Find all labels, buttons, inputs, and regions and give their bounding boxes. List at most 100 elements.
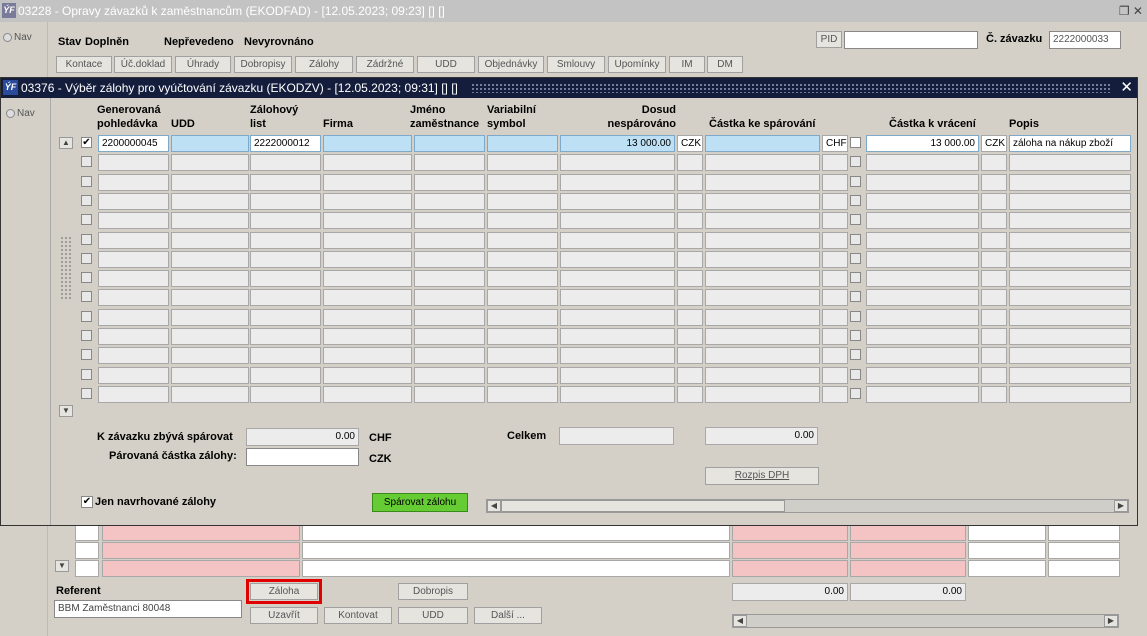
grid-cell-cur1[interactable] [677,347,703,365]
grid-cell-kvrac[interactable] [866,385,979,403]
udd-button[interactable]: UDD [398,607,468,624]
row-select-checkbox[interactable] [81,252,92,264]
grid-cell-kvrac[interactable] [866,154,979,172]
grid-cell-zal[interactable] [250,347,321,365]
grid-cell-dosud[interactable] [560,366,675,384]
grid-cell-popis[interactable] [1009,154,1131,172]
grid-cell-cur3[interactable] [981,192,1007,210]
grid-cell-jmeno[interactable] [414,366,485,384]
grid-cell-vs[interactable] [487,328,558,345]
grid-cell-kspar[interactable] [705,270,820,288]
grid-cell-udd[interactable] [171,366,249,384]
grid-cell-kspar[interactable] [705,347,820,365]
toolbar-button-6[interactable]: UDD [417,56,475,73]
grid-cell-zal[interactable] [250,308,321,326]
grid-cell-gen[interactable] [98,289,169,307]
grid-cell-kvrac[interactable] [866,308,979,326]
grid-cell-cur2[interactable] [822,231,848,249]
background-row-cell[interactable] [75,524,99,541]
background-row-cell[interactable] [968,542,1046,559]
grid-cell-gen[interactable] [98,385,169,403]
grid-cell-popis[interactable] [1009,212,1131,230]
grid-cell-cur1[interactable] [677,385,703,403]
grid-cell-vs[interactable] [487,347,558,365]
grid-cell-udd[interactable] [171,173,249,191]
grid-cell-firma[interactable] [323,173,412,191]
grid-cell-kspar[interactable] [705,135,820,152]
toolbar-button-1[interactable]: Úč.doklad [114,56,172,73]
grid-cell-zal[interactable] [250,289,321,307]
background-row-cell[interactable] [850,524,966,541]
grid-cell-popis[interactable] [1009,173,1131,191]
background-row-cell[interactable] [75,560,99,577]
grid-cell-vs[interactable] [487,154,558,172]
toolbar-button-4[interactable]: Zálohy [295,56,353,73]
row-select-checkbox[interactable] [81,156,92,168]
grid-cell-kvrac[interactable] [866,250,979,268]
row-select-checkbox[interactable]: ✔ [81,137,92,148]
grid-cell-kspar[interactable] [705,173,820,191]
grid-cell-cur3[interactable] [981,347,1007,365]
grid-scroll-up-icon[interactable]: ▲ [59,137,73,149]
grid-cell-vs[interactable] [487,192,558,210]
grid-cell-vs[interactable] [487,231,558,249]
grid-cell-gen[interactable] [98,328,169,345]
grid-cell-cur1[interactable]: CZK [677,135,703,152]
grid-cell-popis[interactable] [1009,270,1131,288]
grid-cell-cur2[interactable] [822,347,848,365]
row-select-checkbox[interactable] [81,387,92,399]
grid-cell-dosud[interactable] [560,250,675,268]
grid-cell-gen[interactable] [98,308,169,326]
grid-cell-cur2[interactable] [822,250,848,268]
grid-cell-cur3[interactable] [981,270,1007,288]
toolbar-button-8[interactable]: Smlouvy [547,56,605,73]
return-checkbox[interactable] [850,349,861,361]
grid-cell-popis[interactable] [1009,385,1131,403]
grid-cell-vs[interactable] [487,135,558,152]
grid-cell-kvrac[interactable] [866,212,979,230]
grid-cell-dosud[interactable] [560,347,675,365]
background-row-cell[interactable] [75,542,99,559]
grid-cell-cur2[interactable] [822,154,848,172]
toolbar-button-3[interactable]: Dobropisy [234,56,292,73]
grid-cell-udd[interactable] [171,289,249,307]
background-row-cell[interactable] [732,560,848,577]
nav-button[interactable]: Nav [3,32,47,43]
grid-cell-kspar[interactable] [705,212,820,230]
grid-cell-zal[interactable] [250,231,321,249]
grid-cell-jmeno[interactable] [414,231,485,249]
grid-cell-dosud[interactable] [560,212,675,230]
background-row-cell[interactable] [1048,524,1120,541]
row-select-checkbox[interactable] [81,368,92,380]
grid-cell-firma[interactable] [323,308,412,326]
grid-cell-popis[interactable] [1009,347,1131,365]
grid-cell-zal[interactable] [250,366,321,384]
grid-cell-cur3[interactable] [981,366,1007,384]
close-icon[interactable]: ✕ [1120,78,1133,98]
grid-cell-popis[interactable] [1009,366,1131,384]
background-row-cell[interactable] [102,560,300,577]
row-select-checkbox[interactable] [81,291,92,303]
grid-cell-dosud[interactable] [560,289,675,307]
grid-cell-dosud[interactable] [560,308,675,326]
grid-cell-jmeno[interactable] [414,270,485,288]
grid-cell-cur3[interactable]: CZK [981,135,1007,152]
grid-cell-jmeno[interactable] [414,212,485,230]
grid-cell-cur2[interactable] [822,308,848,326]
scroll-thumb[interactable] [501,500,785,512]
grid-cell-gen[interactable] [98,231,169,249]
grid-cell-jmeno[interactable] [414,289,485,307]
grid-cell-kvrac[interactable] [866,347,979,365]
grid-cell-cur3[interactable] [981,308,1007,326]
grid-cell-dosud[interactable] [560,328,675,345]
grid-cell-cur1[interactable] [677,250,703,268]
grid-cell-cur1[interactable] [677,212,703,230]
grid-cell-jmeno[interactable] [414,154,485,172]
grid-cell-cur2[interactable] [822,192,848,210]
grid-cell-cur1[interactable] [677,328,703,345]
restore-window-icon[interactable]: ❐ ✕ [1119,0,1143,22]
grid-cell-dosud[interactable] [560,385,675,403]
kontovat-button[interactable]: Kontovat [324,607,392,624]
grid-cell-jmeno[interactable] [414,192,485,210]
grid-cell-gen[interactable] [98,250,169,268]
